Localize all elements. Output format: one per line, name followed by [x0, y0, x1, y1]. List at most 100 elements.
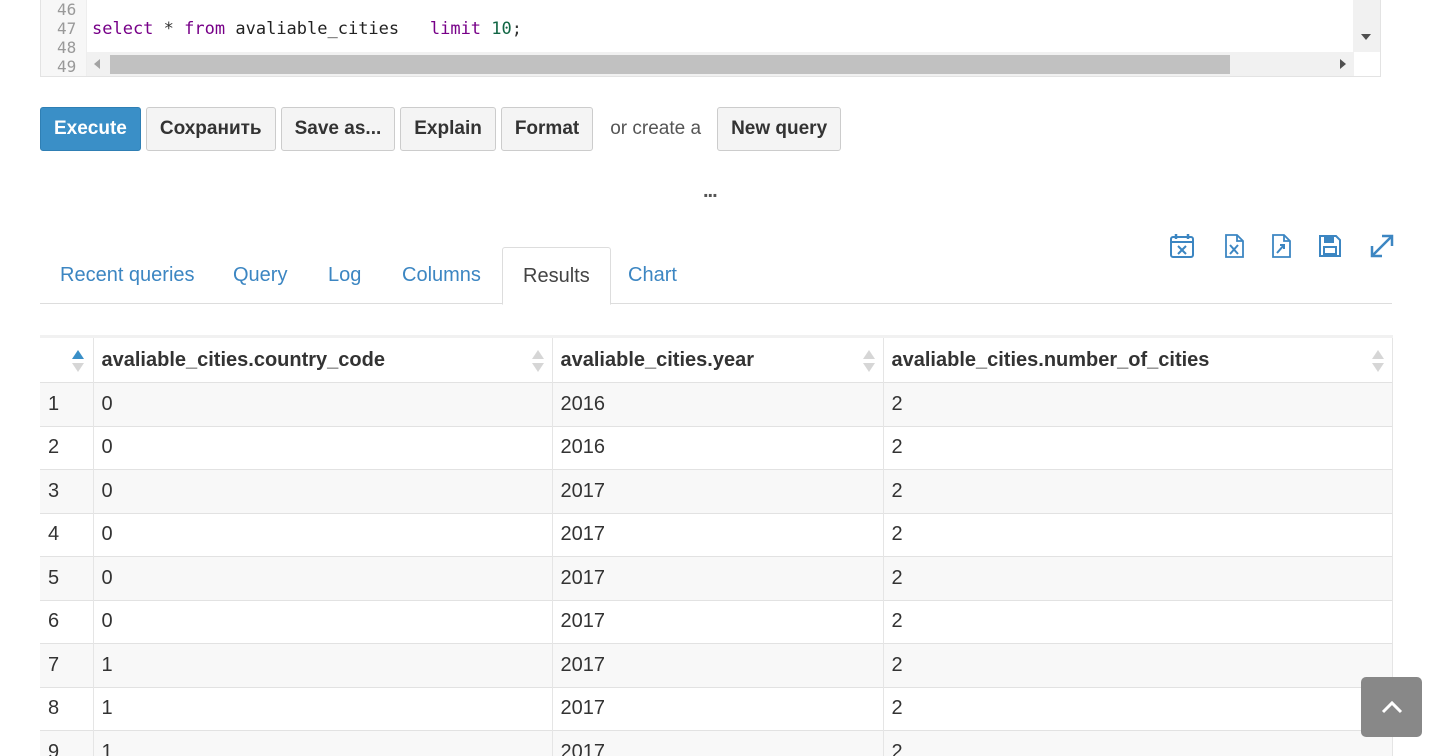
table-row[interactable]: 4 0 2017 2 — [40, 512, 1393, 557]
column-header[interactable]: avaliable_cities.country_code — [93, 335, 553, 383]
table-row[interactable]: 8 1 2017 2 — [40, 686, 1393, 731]
line-number: 48 — [57, 38, 77, 57]
table-cell: 1 — [93, 686, 553, 731]
scrollbar-thumb[interactable] — [110, 55, 1230, 74]
column-header[interactable]: avaliable_cities.year — [552, 335, 884, 383]
table-cell: 2017 — [552, 556, 884, 600]
tab-results[interactable]: Results — [502, 247, 611, 305]
tab-query[interactable]: Query — [213, 247, 307, 304]
scroll-right-arrow-icon[interactable] — [1340, 59, 1346, 69]
tab-log[interactable]: Log — [308, 247, 381, 304]
row-index-cell: 6 — [40, 599, 94, 644]
results-table: avaliable_cities.country_code avaliable_… — [40, 335, 1393, 756]
table-header-row: avaliable_cities.country_code avaliable_… — [40, 335, 1393, 383]
table-row[interactable]: 9 1 2017 2 — [40, 730, 1393, 756]
editor-vertical-scrollbar[interactable] — [1353, 0, 1380, 52]
table-cell: 0 — [93, 512, 553, 557]
table-cell: 2017 — [552, 643, 884, 687]
save-as-button[interactable]: Save as... — [280, 107, 396, 151]
table-cell: 2 — [883, 556, 1393, 600]
table-row[interactable]: 3 0 2017 2 — [40, 469, 1393, 513]
table-cell: 1 — [93, 643, 553, 687]
sort-icon[interactable] — [531, 350, 544, 374]
row-index-cell: 9 — [40, 730, 94, 756]
results-body: 1 0 2016 2 2 0 2016 2 3 0 2017 2 4 0 2017 2 5 0 2017 2 6 0 201… — [40, 382, 1393, 756]
code-number: 10 — [491, 19, 512, 39]
table-cell: 2 — [883, 686, 1393, 731]
new-query-button[interactable]: New query — [717, 107, 842, 151]
format-button[interactable]: Format — [500, 107, 594, 151]
execute-button[interactable]: Execute — [40, 107, 141, 151]
code-star: * — [163, 19, 174, 39]
tab-columns[interactable]: Columns — [382, 247, 501, 304]
table-cell: 0 — [93, 382, 553, 426]
table-cell: 2 — [883, 599, 1393, 644]
table-cell: 2 — [883, 469, 1393, 513]
table-cell: 2017 — [552, 686, 884, 731]
clear-results-icon[interactable] — [1168, 232, 1196, 260]
row-index-cell: 2 — [40, 425, 94, 470]
table-cell: 2017 — [552, 730, 884, 756]
chevron-up-icon — [1381, 700, 1402, 714]
table-row[interactable]: 7 1 2017 2 — [40, 643, 1393, 687]
line-number: 47 — [57, 19, 77, 38]
tab-recent-queries[interactable]: Recent queries — [40, 247, 215, 304]
table-cell: 0 — [93, 599, 553, 644]
table-cell: 0 — [93, 556, 553, 600]
keyword-from: from — [184, 19, 226, 39]
line-number-gutter: 46 47 48 49 — [41, 0, 87, 76]
row-index-cell: 7 — [40, 643, 94, 687]
table-cell: 2016 — [552, 382, 884, 426]
table-row[interactable]: 6 0 2017 2 — [40, 599, 1393, 644]
sort-icon[interactable] — [72, 350, 84, 374]
export-excel-icon[interactable] — [1220, 232, 1248, 260]
table-row[interactable]: 2 0 2016 2 — [40, 425, 1393, 470]
row-index-cell: 1 — [40, 382, 94, 426]
table-row[interactable]: 5 0 2017 2 — [40, 556, 1393, 600]
table-cell: 2 — [883, 512, 1393, 557]
table-cell: 2 — [883, 643, 1393, 687]
keyword-limit: limit — [429, 19, 482, 39]
export-csv-icon[interactable] — [1267, 232, 1295, 260]
editor-horizontal-scrollbar[interactable] — [87, 52, 1354, 76]
column-header[interactable]: avaliable_cities.number_of_cities — [883, 335, 1393, 383]
table-cell: 1 — [93, 730, 553, 756]
column-header-label: avaliable_cities.year — [560, 348, 754, 371]
table-cell: 2 — [883, 425, 1393, 470]
save-icon[interactable] — [1316, 232, 1344, 260]
table-cell: 2017 — [552, 512, 884, 557]
code-semicolon: ; — [511, 19, 523, 39]
table-cell: 2017 — [552, 469, 884, 513]
column-header-label: avaliable_cities.number_of_cities — [891, 348, 1210, 371]
save-button[interactable]: Сохранить — [145, 107, 276, 151]
tab-chart[interactable]: Chart — [608, 247, 697, 304]
column-header-label: avaliable_cities.country_code — [101, 348, 385, 371]
code-table-name: avaliable_cities — [235, 19, 400, 39]
sort-icon[interactable] — [862, 350, 875, 374]
query-toolbar: Execute Сохранить Save as... Explain For… — [40, 107, 846, 151]
table-cell: 2 — [883, 730, 1393, 756]
or-create-text: or create a — [610, 118, 702, 139]
scroll-down-arrow-icon[interactable] — [1361, 34, 1371, 40]
table-cell: 2 — [883, 382, 1393, 426]
code-line[interactable]: select * from avaliable_cities limit 10; — [92, 19, 522, 39]
scroll-to-top-button[interactable] — [1361, 677, 1422, 737]
table-row[interactable]: 1 0 2016 2 — [40, 382, 1393, 426]
sort-icon[interactable] — [1371, 350, 1384, 374]
keyword-select: select — [92, 19, 154, 39]
table-cell: 2017 — [552, 599, 884, 644]
column-header-index[interactable] — [40, 335, 94, 383]
table-cell: 2016 — [552, 425, 884, 470]
line-number: 49 — [57, 57, 77, 76]
line-number: 46 — [57, 0, 77, 19]
sql-editor[interactable]: 46 47 48 49 select * from avaliable_citi… — [40, 0, 1381, 77]
resize-handle[interactable]: ... — [703, 180, 718, 203]
explain-button[interactable]: Explain — [400, 107, 496, 151]
expand-icon[interactable] — [1368, 232, 1396, 260]
row-index-cell: 8 — [40, 686, 94, 731]
table-cell: 0 — [93, 469, 553, 513]
scroll-left-arrow-icon[interactable] — [94, 59, 100, 69]
table-cell: 0 — [93, 425, 553, 470]
row-index-cell: 5 — [40, 556, 94, 600]
row-index-cell: 4 — [40, 512, 94, 557]
